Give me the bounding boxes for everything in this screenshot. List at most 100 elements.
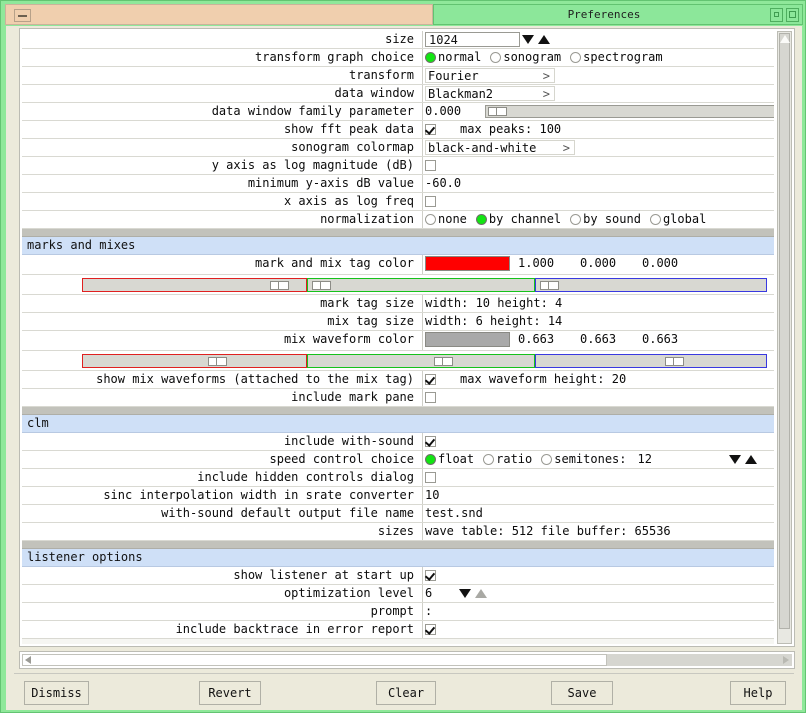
color-swatch[interactable] [425,256,510,271]
size-input[interactable]: 1024 [425,32,520,47]
section-header-listener-options: listener options [22,549,774,567]
mark-and-mix-tag-color-blue-slider[interactable] [535,278,767,292]
horizontal-scrollbar[interactable] [19,651,795,669]
radio-speed-semitones-[interactable] [541,454,553,465]
slider-thumb[interactable] [540,281,559,290]
mark-and-mix-tag-color-green-slider[interactable] [307,278,535,292]
row-label: show fft peak data [283,122,414,136]
scroll-right-icon[interactable] [783,656,789,664]
checkbox[interactable] [425,196,436,207]
minimize-icon[interactable] [14,9,31,22]
scroll-left-icon[interactable] [25,656,31,664]
row-include-backtrace-in-error-report: include backtrace in error report [22,621,774,639]
section-gap [22,541,774,549]
row-label: with-sound default output file name [161,506,414,520]
restore-icon[interactable] [770,8,783,22]
row-value [425,433,774,450]
radio-label: by channel [488,212,562,226]
revert-button[interactable]: Revert [199,681,261,705]
triangle-down-icon[interactable] [520,32,536,47]
title-bar[interactable]: Preferences [5,4,803,25]
menu-data-window[interactable]: Blackman2 > [425,86,555,101]
mix-waveform-color-red-slider[interactable] [82,354,307,368]
clear-button[interactable]: Clear [376,681,436,705]
row-value: float ratio semitones: 12 [425,451,774,468]
row-prompt: prompt: [22,603,774,621]
radio-normalization-by-sound[interactable] [570,214,582,225]
slider-thumb[interactable] [665,357,684,366]
row-value: max peaks: 100 [425,121,774,138]
value-text: test.snd [425,506,483,520]
save-button[interactable]: Save [551,681,613,705]
row-label: show listener at start up [233,568,414,582]
preferences-dialog: size 1024 transform graph choice normal sono… [6,26,802,710]
value-text: width: 10 height: 4 [425,296,563,310]
row-minimum-y-axis-db-value: minimum y-axis dB value -60.0 [22,175,774,193]
row-value: -60.0 [425,175,774,192]
radio-transform-graph-choice-normal[interactable] [425,52,436,63]
checkbox[interactable] [425,570,436,581]
radio-speed-float[interactable] [425,454,436,465]
row-value: wave table: 512 file buffer: 65536 [425,523,774,540]
color-values: 0.663 0.663 0.663 [518,331,704,348]
triangle-up-icon[interactable] [536,32,552,47]
radio-label: normal [438,50,482,64]
vertical-scrollbar-thumb[interactable] [779,33,790,629]
close-icon[interactable] [786,8,799,22]
checkbox[interactable] [425,436,436,447]
checkbox[interactable] [425,374,436,385]
horizontal-scrollbar-thumb[interactable] [22,654,607,666]
radio-normalization-none[interactable] [425,214,436,225]
row-label: speed control choice [269,452,415,466]
row-size: size 1024 [22,31,774,49]
radio-label: semitones: [554,452,627,466]
scroll-up-icon[interactable] [780,35,790,43]
triangle-up-icon[interactable] [743,452,759,467]
menu-transform[interactable]: Fourier > [425,68,555,83]
color-component: 0.000 [642,256,679,270]
row-label: transform graph choice [255,50,414,64]
mark-and-mix-tag-color-red-slider[interactable] [82,278,307,292]
radio-transform-graph-choice-sonogram[interactable] [490,52,502,63]
column-divider [422,295,423,312]
color-swatch[interactable] [425,332,510,347]
row-value: width: 6 height: 14 [425,313,774,330]
title-bar-right: Preferences [433,4,803,25]
slider-thumb[interactable] [208,357,227,366]
dismiss-button[interactable]: Dismiss [24,681,89,705]
row-value: width: 10 height: 4 [425,295,774,312]
checkbox[interactable] [425,160,436,171]
menu-sonogram-colormap[interactable]: black-and-white > [425,140,575,155]
color-component: 0.663 [518,332,555,346]
slider-thumb[interactable] [434,357,453,366]
radio-transform-graph-choice-spectrogram[interactable] [570,52,582,63]
radio-normalization-global[interactable] [649,214,661,225]
triangle-down-icon[interactable] [727,452,743,467]
help-button[interactable]: Help [730,681,786,705]
family-parameter-slider[interactable] [485,105,774,118]
row-value: 0.000 [425,103,774,120]
mix-waveform-color-green-slider[interactable] [307,354,535,368]
checkbox[interactable] [425,624,436,635]
row-label: size [385,32,414,46]
menu-value: Blackman2 [428,87,494,101]
row-value [425,469,774,486]
row-show-mix-waveforms-attached-to-the-mix-tag: show mix waveforms (attached to the mix … [22,371,774,389]
chevron-right-icon: > [542,69,550,83]
radio-normalization-by-channel[interactable] [475,214,487,225]
row-label: data window family parameter [211,104,414,118]
row-mark-and-mix-tag-color: mark and mix tag color 1.000 0.000 0.000 [22,255,774,275]
vertical-scrollbar[interactable] [777,31,792,644]
slider-thumb[interactable] [488,107,507,116]
row-label: mark and mix tag color [255,256,414,270]
radio-speed-ratio[interactable] [483,454,495,465]
value-text: -60.0 [425,176,462,190]
checkbox[interactable] [425,124,436,135]
mix-waveform-color-blue-slider[interactable] [535,354,767,368]
column-divider [422,585,423,602]
slider-thumb[interactable] [312,281,331,290]
checkbox[interactable] [425,472,436,483]
slider-thumb[interactable] [270,281,289,290]
checkbox[interactable] [425,392,436,403]
triangle-down-icon[interactable] [457,586,473,601]
